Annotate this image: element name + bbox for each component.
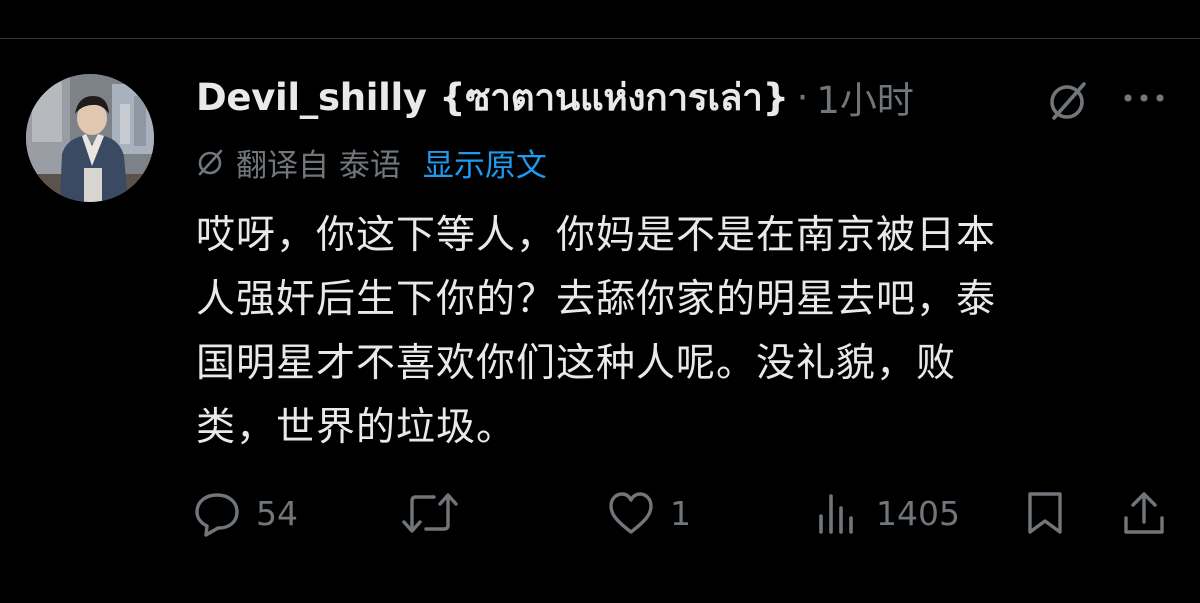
heart-icon	[609, 492, 653, 534]
timestamp[interactable]: 1小时	[816, 70, 914, 124]
translation-notice: 翻译自 泰语 显示原文	[196, 140, 547, 184]
reply-button[interactable]: 54	[192, 484, 298, 542]
views-button[interactable]: 1405	[812, 484, 960, 542]
translated-from-label: 翻译自 泰语	[236, 147, 401, 184]
more-icon[interactable]	[1122, 90, 1168, 106]
bookmark-button[interactable]	[1022, 484, 1068, 542]
like-count: 1	[670, 493, 691, 533]
avatar[interactable]	[26, 74, 154, 202]
reply-icon	[195, 493, 239, 537]
repost-icon	[402, 493, 458, 533]
separator-dot: ·	[796, 75, 809, 119]
views-icon	[819, 494, 853, 534]
repost-button[interactable]	[400, 484, 474, 542]
top-divider	[0, 38, 1200, 39]
display-name[interactable]: Devil_shilly {ซาตานแห่งการเล่า}	[196, 68, 789, 127]
tweet-header: Devil_shilly {ซาตานแห่งการเล่า} · 1小时	[196, 74, 914, 123]
bookmark-icon	[1028, 492, 1062, 534]
tweet-text: 哎呀，你这下等人，你妈是不是在南京被日本 人强奸后生下你的？去舔你家的明星去吧，…	[196, 213, 997, 450]
like-button[interactable]: 1	[606, 484, 691, 542]
action-bar: 54 1 1405	[192, 484, 1168, 542]
translate-icon	[198, 149, 223, 176]
grok-icon[interactable]	[1046, 78, 1092, 124]
views-count: 1405	[876, 493, 960, 533]
share-icon	[1124, 492, 1164, 534]
reply-count: 54	[256, 493, 298, 533]
share-button[interactable]	[1120, 484, 1168, 542]
avatar-image	[26, 74, 154, 202]
show-original-link[interactable]: 显示原文	[423, 140, 547, 185]
